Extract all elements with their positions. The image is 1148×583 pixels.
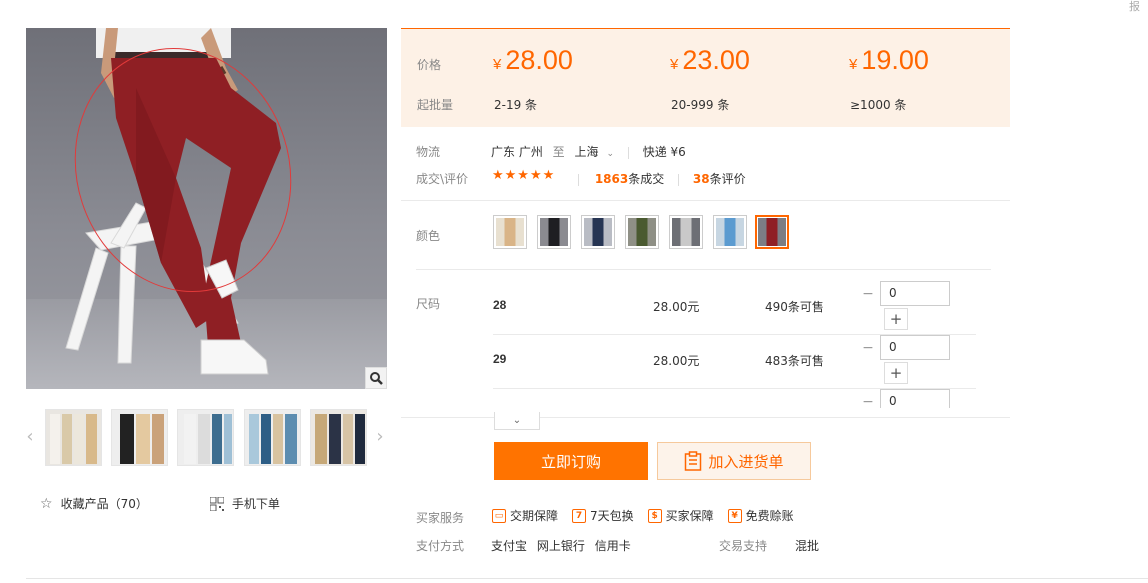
seven-day-icon: 7	[572, 508, 587, 523]
trade-support-value: 混批	[795, 539, 820, 553]
divider	[401, 417, 1010, 418]
product-photo	[65, 28, 292, 375]
expand-sizes-button[interactable]: ⌄	[494, 412, 540, 430]
size-row-partial: − 0	[493, 389, 976, 408]
thumbnail-5[interactable]	[310, 409, 367, 466]
quantity-stepper: − 0	[856, 335, 950, 360]
credit-icon: ¥	[727, 508, 742, 523]
payment-alipay: 支付宝	[491, 539, 528, 553]
tier-qty-1: 2-19 条	[494, 98, 538, 112]
trade-label: 成交\评价	[416, 172, 469, 186]
thumbnail-strip: ‹ ›	[26, 405, 387, 467]
price-label: 价格	[417, 58, 442, 72]
order-now-button[interactable]: 立即订购	[494, 442, 648, 480]
favorite-row: ☆ 收藏产品（70） 手机下单	[40, 495, 280, 512]
trade-support-label: 交易支持	[719, 539, 768, 553]
price-box: 价格 起批量 ¥28.00 ¥23.00 ¥19.00 2-19 条 20-99…	[401, 28, 1010, 127]
minus-button[interactable]: −	[856, 335, 880, 360]
service-exchange[interactable]: 7 7天包换	[572, 507, 634, 524]
minus-button[interactable]: −	[856, 389, 880, 409]
deals-link[interactable]: 1863条成交	[595, 172, 664, 186]
service-delivery[interactable]: ▭ 交期保障	[492, 507, 558, 524]
size-stock: 483条可售	[765, 354, 824, 368]
payment-label: 支付方式	[416, 539, 465, 553]
color-label: 颜色	[416, 229, 441, 243]
thumb-next-arrow-icon[interactable]: ›	[373, 423, 387, 449]
reviews-link[interactable]: 38条评价	[693, 172, 746, 186]
service-credit[interactable]: ¥ 免费赊账	[727, 507, 794, 524]
order-now-label: 立即订购	[540, 452, 601, 471]
shield-icon: $	[647, 508, 662, 523]
color-swatch-gray[interactable]	[669, 215, 703, 249]
payment-netbank: 网上银行	[536, 539, 585, 553]
tier-qty-3: ≥1000 条	[850, 98, 907, 112]
zoom-button[interactable]	[365, 367, 387, 389]
plus-button[interactable]: +	[884, 308, 908, 330]
logistics-label: 物流	[416, 145, 441, 159]
size-price: 28.00元	[653, 300, 700, 314]
thumbnail-4[interactable]	[244, 409, 301, 466]
quantity-stepper: − 0	[856, 389, 950, 408]
favorite-button[interactable]: ☆ 收藏产品（70）	[40, 495, 148, 512]
logistics-to: 至	[552, 145, 565, 159]
add-to-cart-button[interactable]: 加入进货单	[657, 442, 811, 480]
size-name: 28	[493, 298, 507, 312]
minus-button[interactable]: −	[856, 281, 880, 306]
tier-price-1: ¥28.00	[493, 45, 573, 75]
logistics-origin: 广东 广州	[491, 145, 543, 159]
color-swatch-black[interactable]	[537, 215, 571, 249]
shipping-fee: 快递 ¥6	[642, 145, 686, 159]
size-label: 尺码	[416, 297, 441, 311]
plus-button[interactable]: +	[884, 362, 908, 384]
thumbnail-2[interactable]	[111, 409, 168, 466]
payment-creditcard: 信用卡	[594, 539, 631, 553]
logistics-destination-select[interactable]: 上海 ⌄	[575, 145, 615, 159]
clipboard-icon	[685, 451, 702, 471]
divider	[416, 269, 991, 270]
qrcode-icon	[209, 496, 224, 511]
size-name: 29	[493, 352, 507, 366]
services-label: 买家服务	[416, 511, 465, 525]
color-swatch-navy[interactable]	[581, 215, 615, 249]
color-swatch-burgundy[interactable]	[755, 215, 789, 249]
top-right-fragment: 报	[1129, 0, 1140, 13]
mobile-order-label: 手机下单	[231, 497, 280, 511]
chevron-down-icon: ⌄	[606, 149, 615, 159]
add-cart-label: 加入进货单	[708, 452, 784, 471]
favorite-label: 收藏产品（70）	[60, 497, 148, 511]
color-swatch-khaki[interactable]	[493, 215, 527, 249]
quantity-stepper: − 0	[856, 281, 950, 306]
rating-stars-icon: ★★★★★	[492, 168, 556, 183]
size-price: 28.00元	[653, 354, 700, 368]
divider	[401, 200, 1010, 201]
payment-methods: 支付宝 网上银行 信用卡	[491, 537, 631, 554]
chevron-down-icon: ⌄	[512, 415, 522, 426]
color-swatch-lightblue[interactable]	[713, 215, 747, 249]
mobile-order-button[interactable]: 手机下单	[209, 495, 280, 512]
quantity-input[interactable]: 0	[880, 389, 950, 408]
bottom-divider	[26, 578, 1148, 579]
logistics-info: 广东 广州 至 上海 ⌄ 快递 ¥6	[491, 143, 686, 160]
star-outline-icon: ☆	[40, 495, 53, 512]
thumbnail-1[interactable]	[45, 409, 102, 466]
product-main-image[interactable]	[26, 28, 387, 389]
quantity-input[interactable]: 0	[880, 335, 950, 360]
quantity-input[interactable]: 0	[880, 281, 950, 306]
thumb-prev-arrow-icon[interactable]: ‹	[23, 423, 37, 449]
service-buyer-protect[interactable]: $ 买家保障	[647, 507, 714, 524]
tier-price-2: ¥23.00	[670, 45, 750, 75]
color-swatch-olive[interactable]	[625, 215, 659, 249]
delivery-guarantee-icon: ▭	[492, 508, 506, 523]
trade-stats: 1863条成交 38条评价	[578, 170, 746, 187]
tier-price-3: ¥19.00	[849, 45, 929, 75]
magnifier-icon	[370, 372, 383, 385]
tier-qty-2: 20-999 条	[671, 98, 730, 112]
services-list: ▭ 交期保障 7 7天包换 $ 买家保障 ¥ 免费赊账	[492, 507, 808, 524]
size-row-28: 28 28.00元 490条可售 − 0 +	[493, 281, 976, 335]
size-row-29: 29 28.00元 483条可售 − 0 +	[493, 335, 976, 389]
min-qty-label: 起批量	[417, 98, 454, 112]
thumbnail-3[interactable]	[177, 409, 234, 466]
size-stock: 490条可售	[765, 300, 824, 314]
